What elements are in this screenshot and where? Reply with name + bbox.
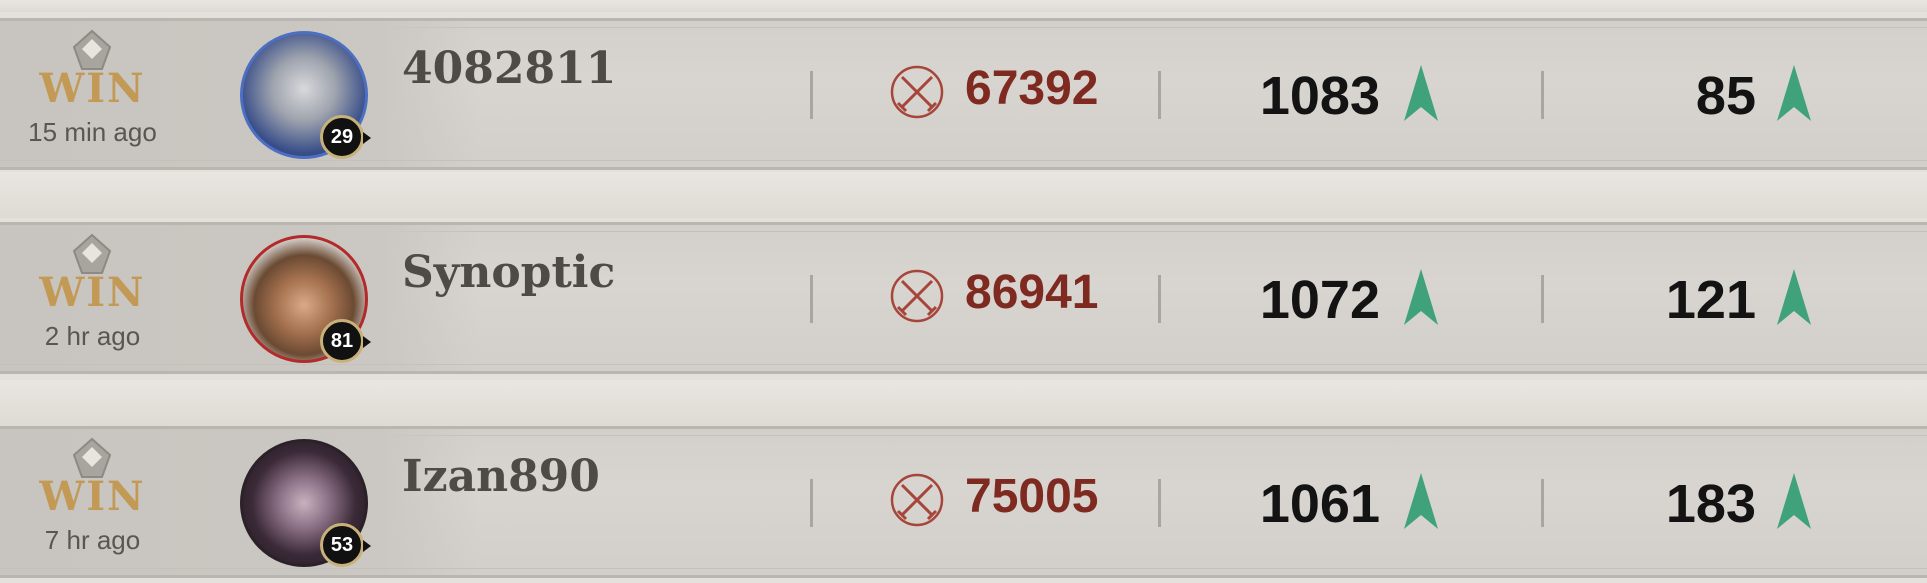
up-arrow-icon bbox=[1404, 269, 1438, 325]
time-ago: 15 min ago bbox=[28, 117, 157, 147]
column-divider bbox=[810, 71, 813, 119]
player-name[interactable]: 4082811 bbox=[402, 43, 616, 94]
match-row[interactable]: WIN 15 min ago 29 4082811 67392 1083 85 bbox=[0, 18, 1927, 170]
player-name[interactable]: Synoptic bbox=[402, 247, 615, 298]
crossed-swords-icon bbox=[890, 269, 944, 323]
result-label: WIN bbox=[39, 473, 146, 520]
rank-value: 183 bbox=[1665, 474, 1756, 534]
match-row[interactable]: WIN 2 hr ago 81 Synoptic 86941 1072 121 bbox=[0, 222, 1927, 374]
result-label: WIN bbox=[39, 65, 146, 112]
level-badge: 81 bbox=[320, 319, 371, 363]
player-avatar[interactable]: 81 bbox=[240, 235, 371, 363]
result-column: WIN 2 hr ago bbox=[0, 225, 185, 371]
column-divider bbox=[810, 479, 813, 527]
rank-value: 85 bbox=[1695, 66, 1756, 126]
time-ago: 2 hr ago bbox=[44, 321, 141, 351]
result-label: WIN bbox=[39, 269, 146, 316]
up-arrow-icon bbox=[1777, 269, 1811, 325]
crossed-swords-icon bbox=[890, 65, 944, 119]
result-column: WIN 15 min ago bbox=[0, 21, 185, 167]
player-name[interactable]: Izan890 bbox=[402, 451, 600, 502]
score-value: 67392 bbox=[965, 62, 1099, 115]
rating-value: 1061 bbox=[1259, 474, 1380, 534]
player-avatar[interactable]: 29 bbox=[240, 31, 371, 159]
middle-gap-2 bbox=[0, 380, 1927, 426]
rating-value: 1083 bbox=[1259, 66, 1380, 126]
middle-gap-1 bbox=[0, 172, 1927, 218]
up-arrow-icon bbox=[1404, 473, 1438, 529]
time-ago: 7 hr ago bbox=[44, 525, 141, 555]
top-gap bbox=[0, 0, 1927, 12]
level-badge: 53 bbox=[320, 523, 371, 567]
column-divider bbox=[810, 275, 813, 323]
score-value: 86941 bbox=[965, 266, 1099, 319]
up-arrow-icon bbox=[1777, 65, 1811, 121]
score-value: 75005 bbox=[965, 470, 1099, 523]
match-row[interactable]: WIN 7 hr ago 53 Izan890 75005 1061 183 bbox=[0, 426, 1927, 578]
level-badge: 29 bbox=[320, 115, 371, 159]
crossed-swords-icon bbox=[890, 473, 944, 527]
rating-value: 1072 bbox=[1259, 270, 1380, 330]
up-arrow-icon bbox=[1777, 473, 1811, 529]
up-arrow-icon bbox=[1404, 65, 1438, 121]
result-column: WIN 7 hr ago bbox=[0, 429, 185, 575]
player-avatar[interactable]: 53 bbox=[240, 439, 371, 567]
rank-value: 121 bbox=[1665, 270, 1756, 330]
